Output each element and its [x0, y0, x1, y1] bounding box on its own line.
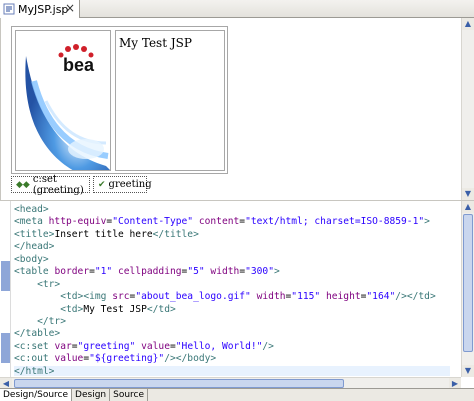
code-token: <title> — [14, 228, 55, 240]
code-token: </html> — [14, 365, 55, 376]
code-token: cellpadding — [117, 266, 182, 278]
editor-tab-myjsp[interactable]: MyJSP.jsp × — [0, 0, 80, 18]
code-token: http-equiv — [48, 216, 107, 228]
editor-gutter — [0, 201, 11, 377]
output-tag-icon: ✔ — [98, 179, 106, 190]
code-token: "about_bea_logo.gif" — [135, 291, 251, 303]
scroll-up-arrow-icon[interactable]: ▲ — [462, 201, 474, 213]
code-token: value — [54, 353, 84, 365]
code-token: "greeting" — [77, 340, 136, 352]
preview-table[interactable]: bea My Test JSP — [11, 26, 228, 174]
editor-tab-bar: MyJSP.jsp × — [0, 0, 474, 18]
jstl-tag-icon: ◆◆ — [16, 179, 30, 190]
code-token: content — [198, 216, 240, 228]
source-line[interactable]: <c:out value="${greeting}"/></body> — [14, 353, 450, 365]
view-mode-tabs: Design/Source Design Source — [0, 388, 474, 401]
tab-design-source[interactable]: Design/Source — [0, 389, 73, 401]
tab-source[interactable]: Source — [110, 389, 149, 401]
source-line[interactable]: <td><img src="about_bea_logo.gif" width=… — [14, 291, 450, 303]
code-token: <tr> — [37, 278, 61, 290]
code-token: <c:set — [14, 340, 55, 352]
code-token: <head> — [14, 204, 49, 215]
scroll-down-arrow-icon[interactable]: ▼ — [462, 188, 474, 200]
source-line[interactable]: </html> — [14, 365, 450, 376]
code-token: </title> — [152, 228, 199, 240]
code-token: My Test JSP — [83, 303, 147, 315]
code-token: width — [256, 291, 286, 303]
code-token: border — [54, 266, 90, 278]
code-token: "5" — [187, 266, 205, 278]
code-token: /> — [262, 340, 274, 352]
code-token: <c:out — [14, 353, 55, 365]
change-marker — [1, 261, 10, 291]
code-token: "text/html; charset=ISO-8859-1" — [245, 216, 425, 228]
code-token: <meta — [14, 216, 49, 228]
source-line[interactable]: <title>Insert title here</title> — [14, 229, 450, 241]
scrollbar-thumb[interactable] — [463, 214, 473, 352]
source-line[interactable]: </tr> — [14, 316, 450, 328]
bea-logo-text: bea — [63, 55, 95, 75]
source-view[interactable]: <head> <meta http-equiv="Content-Type" co… — [0, 200, 474, 390]
source-line[interactable]: <meta http-equiv="Content-Type" content=… — [14, 216, 450, 228]
code-token: "Content-Type" — [112, 216, 194, 228]
code-token: > — [424, 216, 430, 228]
scroll-down-arrow-icon[interactable]: ▼ — [462, 365, 474, 377]
code-token: </td> — [146, 303, 176, 315]
code-token: width — [210, 266, 240, 278]
cout-tag-label: greeting — [108, 179, 152, 190]
code-token: <td><img — [60, 291, 113, 303]
source-line[interactable]: </table> — [14, 328, 450, 340]
table-cell-text[interactable]: My Test JSP — [115, 30, 225, 171]
code-token: "1" — [94, 266, 113, 278]
code-token: "300" — [245, 266, 274, 278]
code-token: var — [54, 340, 72, 352]
code-token: "${greeting}" — [89, 353, 165, 365]
code-token: > — [273, 266, 280, 278]
source-code-editor[interactable]: <head> <meta http-equiv="Content-Type" co… — [14, 204, 450, 376]
tab-design[interactable]: Design — [72, 389, 111, 401]
code-token: </head> — [14, 241, 55, 253]
code-token: Insert title here — [54, 228, 153, 240]
code-token: height — [325, 291, 361, 303]
scroll-up-arrow-icon[interactable]: ▲ — [462, 18, 474, 30]
bea-logo-image[interactable]: bea — [15, 30, 111, 171]
source-line[interactable]: <head> — [14, 204, 450, 216]
scrollbar-thumb[interactable] — [14, 379, 344, 388]
code-token: "115" — [291, 291, 321, 303]
jsp-file-icon — [3, 3, 15, 15]
code-token: value — [141, 340, 170, 352]
code-token: <body> — [14, 253, 49, 265]
source-line[interactable]: <body> — [14, 254, 450, 266]
code-token: /></body> — [164, 353, 217, 365]
source-line[interactable]: <table border="1" cellpadding="5" width=… — [14, 266, 450, 278]
source-line[interactable]: </head> — [14, 241, 450, 253]
source-vertical-scrollbar[interactable]: ▲ ▼ — [461, 201, 474, 377]
design-view[interactable]: bea My Test JSP ◆◆ c:set (greeting) ✔ gr… — [0, 18, 474, 200]
source-line[interactable]: <c:set var="greeting" value="Hello, Worl… — [14, 341, 450, 353]
source-line[interactable]: <tr> — [14, 279, 450, 291]
code-token: </tr> — [37, 315, 66, 327]
cset-tag-label: c:set (greeting) — [32, 173, 84, 196]
cout-tag-chip[interactable]: ✔ greeting — [93, 176, 152, 193]
design-vertical-scrollbar[interactable]: ▲ ▼ — [461, 18, 474, 200]
code-token: /></td> — [395, 291, 436, 303]
change-marker — [1, 333, 10, 363]
cset-tag-chip[interactable]: ◆◆ c:set (greeting) — [11, 173, 90, 196]
code-token: <td> — [60, 303, 84, 315]
code-token: <table — [14, 266, 55, 278]
code-token: "Hello, World!" — [175, 340, 263, 352]
code-token: src — [112, 291, 130, 303]
close-icon[interactable]: × — [65, 2, 75, 15]
source-line[interactable]: <td>My Test JSP</td> — [14, 304, 450, 316]
code-token: </table> — [14, 328, 61, 340]
editor-tab-title: MyJSP.jsp — [18, 2, 69, 16]
code-token: "164" — [366, 291, 396, 303]
